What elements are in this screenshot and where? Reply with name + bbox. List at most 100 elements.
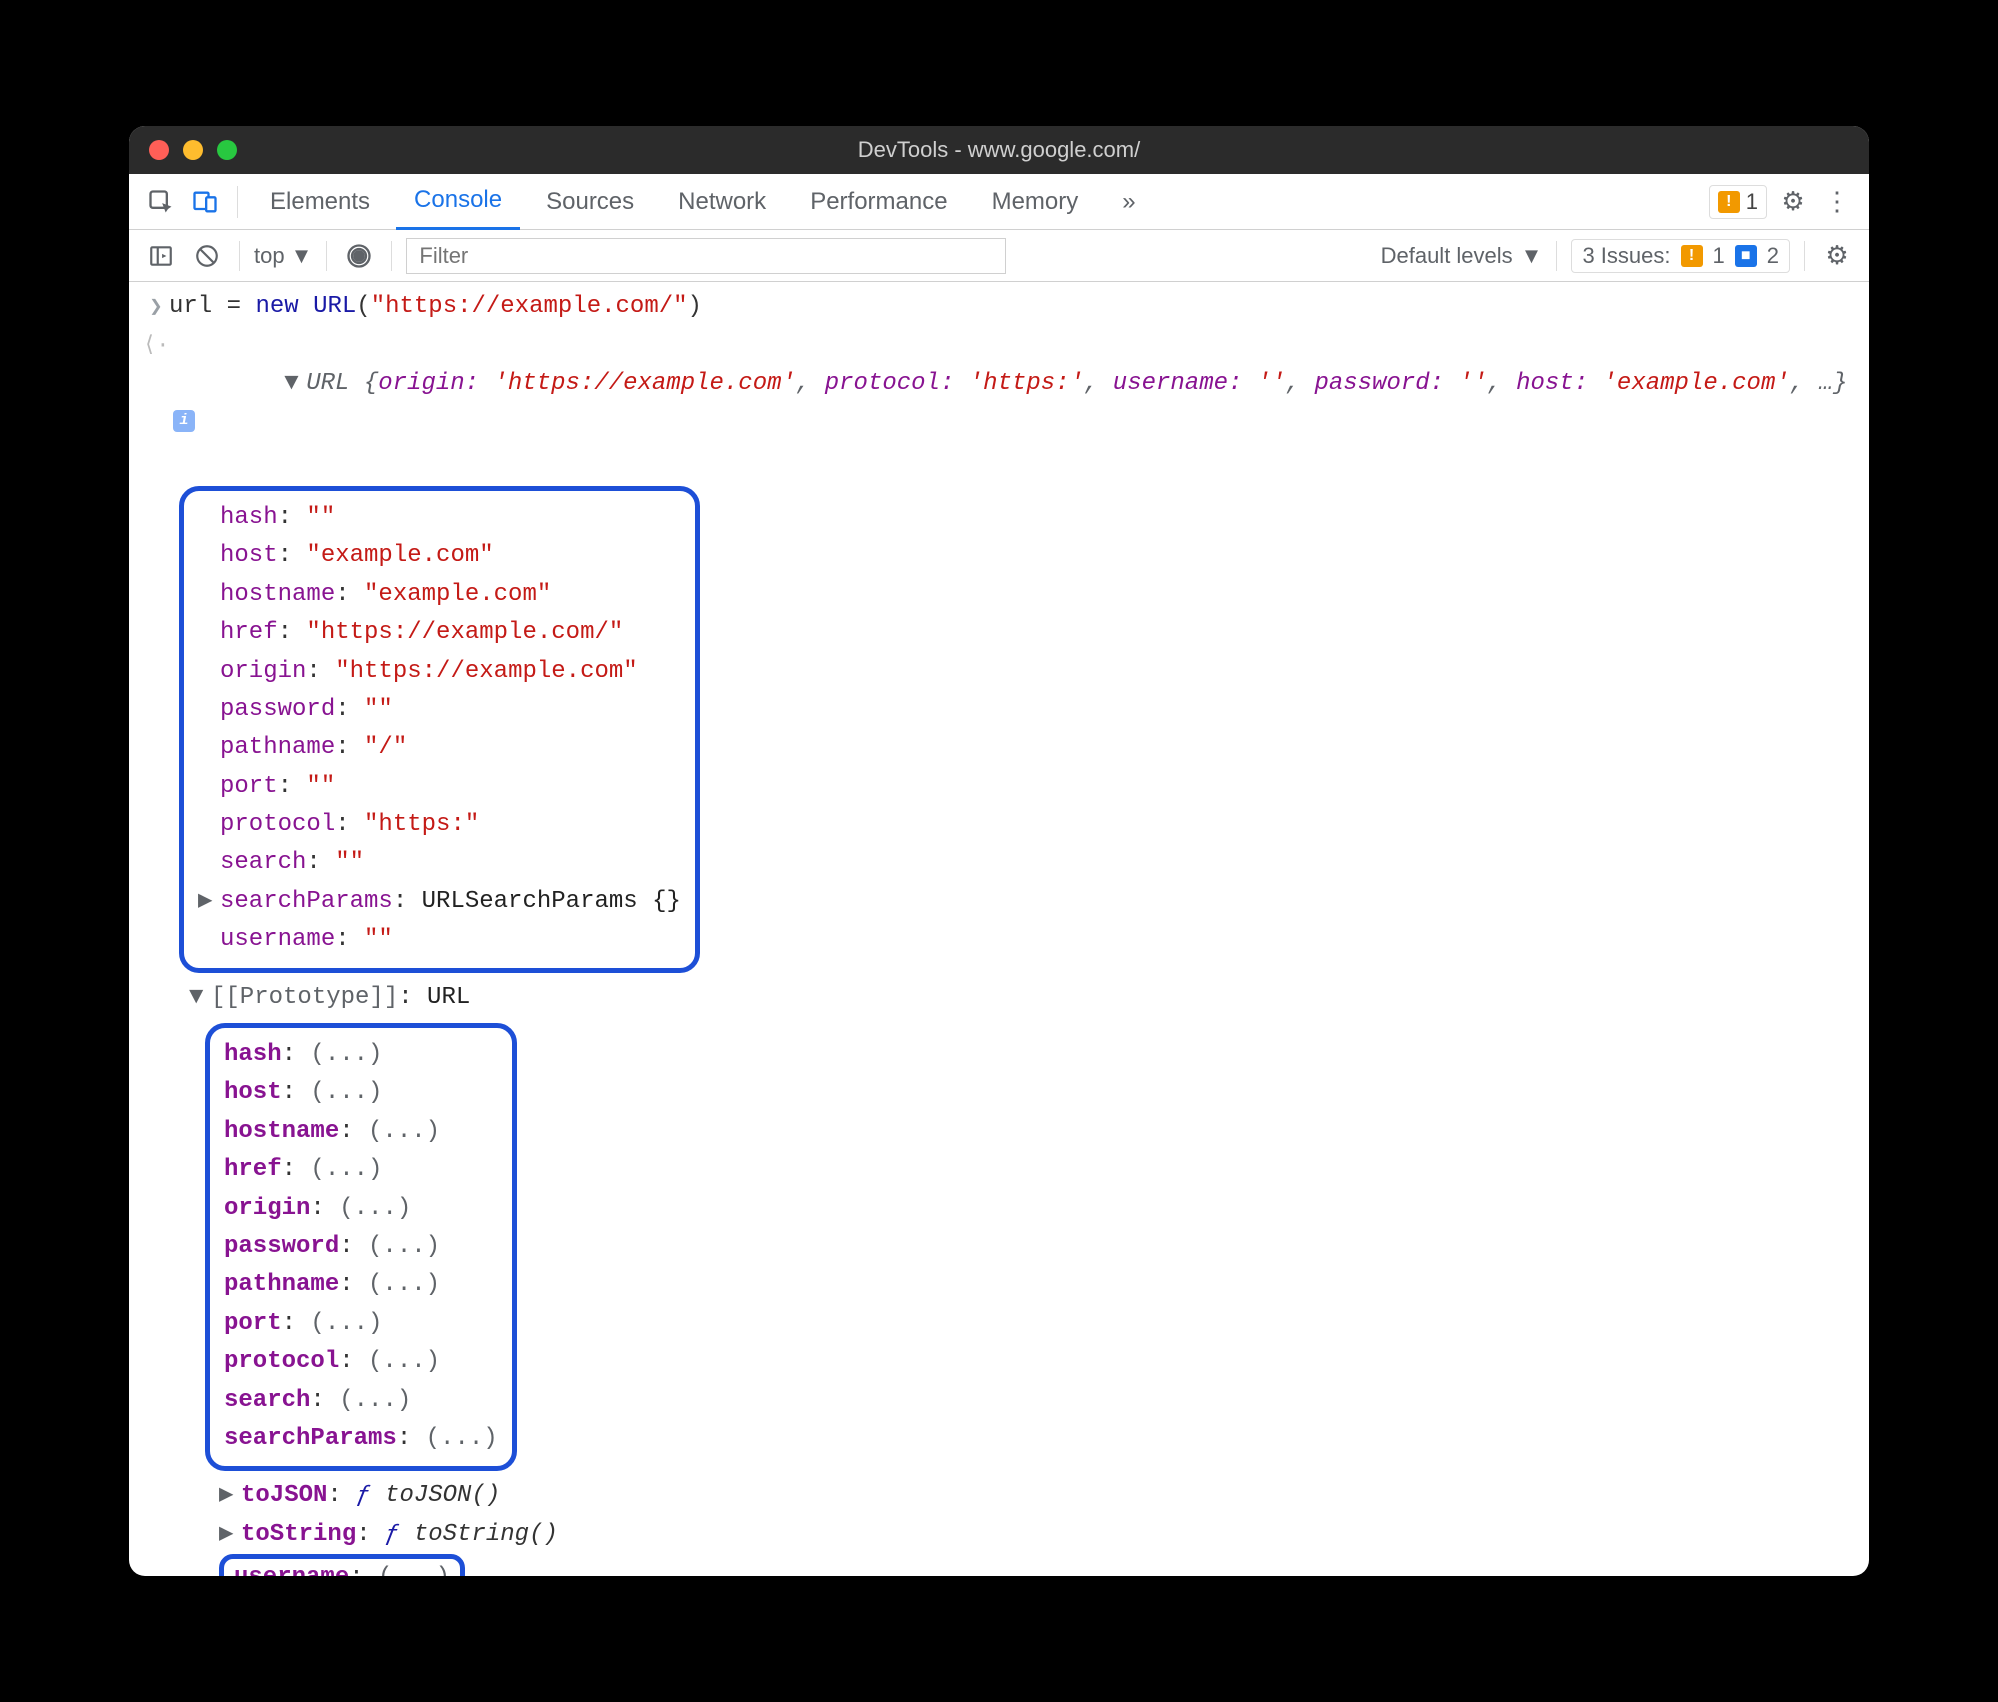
context-selector[interactable]: top ▼ [254,243,312,269]
filter-input[interactable] [406,238,1006,274]
property-value: "https:" [364,811,479,838]
traffic-lights [149,140,237,160]
property-key[interactable]: hash [220,504,278,531]
property-key[interactable]: port [220,773,278,800]
property-value: "" [364,696,393,723]
devtools-window: DevTools - www.google.com/ Elements Cons… [129,126,1869,1576]
issues-badge[interactable]: 3 Issues: ! 1 ■ 2 [1571,239,1790,273]
warnings-count: 1 [1746,189,1758,215]
warnings-badge[interactable]: ! 1 [1709,185,1767,219]
console-toolbar: top ▼ Default levels ▼ 3 Issues: ! 1 ■ 2… [129,230,1869,282]
property-key[interactable]: search [220,849,306,876]
accessor-ellipsis[interactable]: (...) [368,1348,440,1375]
accessor-ellipsis[interactable]: (...) [339,1195,411,1222]
tab-performance[interactable]: Performance [792,174,965,230]
property-key[interactable]: password [224,1233,339,1260]
object-summary: URL { [306,370,378,397]
property-value: "" [306,773,335,800]
info-icon[interactable]: i [173,410,195,432]
property-value: "example.com" [306,542,493,569]
context-label: top [254,243,285,269]
inspect-icon[interactable] [143,184,179,220]
console-output[interactable]: ❯ url = new URL("https://example.com/") … [129,282,1869,1576]
property-key[interactable]: searchParams [220,888,393,915]
tab-sources[interactable]: Sources [528,174,652,230]
accessor-ellipsis[interactable]: (...) [310,1310,382,1337]
property-key[interactable]: protocol [224,1348,339,1375]
tab-memory[interactable]: Memory [974,174,1097,230]
issues-label: 3 Issues: [1582,243,1670,269]
property-key[interactable]: port [224,1310,282,1337]
zoom-icon[interactable] [217,140,237,160]
property-key[interactable]: pathname [224,1271,339,1298]
tabs-bar: Elements Console Sources Network Perform… [129,174,1869,230]
console-settings-icon[interactable]: ⚙ [1819,238,1855,274]
prototype-label: [[Prototype]] [211,984,398,1011]
prototype-header[interactable]: ▼[[Prototype]]: URL [129,979,1869,1017]
accessor-ellipsis[interactable]: (...) [368,1271,440,1298]
chevron-down-icon: ▼ [1521,243,1543,269]
accessor-ellipsis[interactable]: (...) [339,1387,411,1414]
minimize-icon[interactable] [183,140,203,160]
property-key[interactable]: origin [220,658,306,685]
close-icon[interactable] [149,140,169,160]
property-key[interactable]: pathname [220,734,335,761]
prototype-method[interactable]: ▶toJSON: ƒ toJSON() [129,1477,1869,1515]
settings-icon[interactable]: ⚙ [1775,184,1811,220]
log-levels-dropdown[interactable]: Default levels ▼ [1381,243,1543,269]
property-key[interactable]: protocol [220,811,335,838]
console-result-line[interactable]: ⟨· ▼URL {origin: 'https://example.com', … [129,326,1869,480]
variable-name: url [169,293,212,320]
property-key[interactable]: origin [224,1195,310,1222]
titlebar: DevTools - www.google.com/ [129,126,1869,174]
prototype-accessors-group: hash: (...)host: (...)hostname: (...)hre… [205,1023,517,1471]
property-key[interactable]: username [220,926,335,953]
property-value: "example.com" [364,581,551,608]
accessor-ellipsis[interactable]: (...) [310,1079,382,1106]
property-key[interactable]: searchParams [224,1425,397,1452]
property-value: "https://example.com/" [306,619,623,646]
prompt-icon: ❯ [143,288,169,325]
kebab-menu-icon[interactable]: ⋮ [1819,184,1855,220]
collapse-icon[interactable]: ▼ [284,365,302,403]
issues-info-count: 2 [1767,243,1779,269]
expand-icon[interactable]: ▶ [219,1516,237,1554]
property-key[interactable]: href [224,1156,282,1183]
window-title: DevTools - www.google.com/ [129,137,1869,163]
warning-icon: ! [1718,191,1740,213]
tab-network[interactable]: Network [660,174,784,230]
property-key[interactable]: href [220,619,278,646]
property-value: "" [306,504,335,531]
expand-icon[interactable]: ▶ [198,883,216,921]
prototype-method[interactable]: ▶toString: ƒ toString() [129,1516,1869,1554]
collapse-icon[interactable]: ▼ [189,979,207,1017]
prototype-accessor[interactable]: username: (...) [129,1554,1869,1576]
accessor-ellipsis[interactable]: (...) [368,1233,440,1260]
accessor-ellipsis[interactable]: (...) [368,1118,440,1145]
device-toggle-icon[interactable] [187,184,223,220]
property-value: URLSearchParams {} [422,888,681,915]
property-key[interactable]: host [224,1079,282,1106]
property-value: "" [364,926,393,953]
tab-elements[interactable]: Elements [252,174,388,230]
own-properties-group: hash: "" host: "example.com" hostname: "… [179,486,700,973]
property-key[interactable]: password [220,696,335,723]
property-key[interactable]: hostname [224,1118,339,1145]
clear-console-icon[interactable] [189,238,225,274]
property-key[interactable]: hash [224,1041,282,1068]
live-expression-icon[interactable] [341,238,377,274]
tab-overflow[interactable]: » [1104,174,1153,230]
accessor-ellipsis[interactable]: (...) [426,1425,498,1452]
property-key[interactable]: host [220,542,278,569]
sidebar-toggle-icon[interactable] [143,238,179,274]
property-key[interactable]: hostname [220,581,335,608]
accessor-ellipsis[interactable]: (...) [310,1156,382,1183]
tab-console[interactable]: Console [396,174,520,230]
info-icon: ■ [1735,245,1757,267]
accessor-ellipsis[interactable]: (...) [310,1041,382,1068]
issues-warn-count: 1 [1713,243,1725,269]
expand-icon[interactable]: ▶ [219,1477,237,1515]
prototype-value: URL [427,984,470,1011]
console-input-line: ❯ url = new URL("https://example.com/") [129,288,1869,326]
property-key[interactable]: search [224,1387,310,1414]
